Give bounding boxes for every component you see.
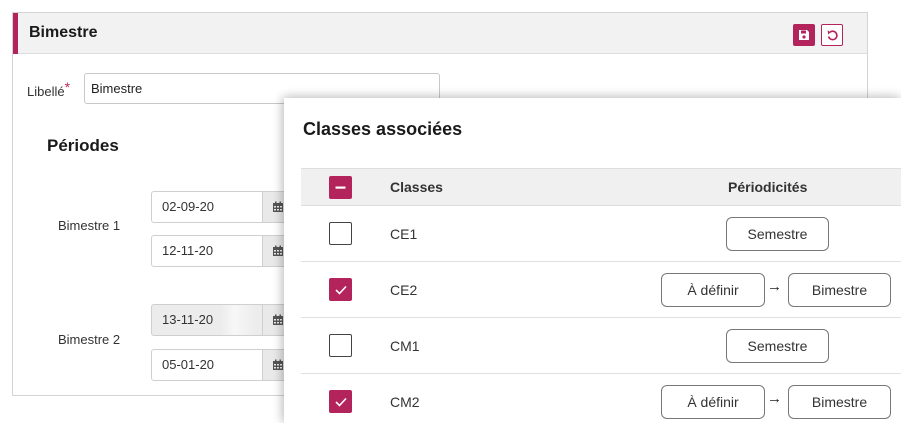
class-name: CM1 <box>390 338 420 354</box>
row-checkbox[interactable] <box>329 278 352 301</box>
row-checkbox[interactable] <box>329 390 352 413</box>
accent-bar <box>13 13 18 54</box>
arrow-icon: → <box>767 278 782 295</box>
periodicite-to-button[interactable]: Bimestre <box>788 385 891 419</box>
date-end-2-value: 05-01-20 <box>152 350 262 380</box>
libelle-label-text: Libellé <box>27 84 65 99</box>
row-checkbox[interactable] <box>329 334 352 357</box>
minus-icon <box>335 186 346 189</box>
col-classes: Classes <box>390 179 443 195</box>
date-end-2[interactable]: 05-01-20 <box>151 349 293 381</box>
periodicite-button[interactable]: Semestre <box>726 329 829 363</box>
required-marker: * <box>64 79 71 95</box>
periodicite-button[interactable]: Semestre <box>726 217 829 251</box>
date-end-1[interactable]: 12-11-20 <box>151 235 293 267</box>
table-row: CE2 À définir → Bimestre <box>301 262 901 318</box>
date-start-1[interactable]: 02-09-20 <box>151 191 293 223</box>
calendar-icon <box>272 314 283 325</box>
floppy-disk-icon <box>799 30 809 40</box>
calendar-icon <box>272 245 283 256</box>
check-icon <box>334 285 347 295</box>
periods-title: Périodes <box>47 136 119 155</box>
select-all-checkbox[interactable] <box>329 176 352 199</box>
calendar-icon <box>272 201 283 212</box>
libelle-label: Libellé* <box>27 79 70 99</box>
panel-title: Bimestre <box>29 24 98 41</box>
table-row: CE1 Semestre <box>301 206 901 262</box>
class-name: CE1 <box>390 226 418 242</box>
date-start-1-value: 02-09-20 <box>152 192 262 222</box>
table-row: CM2 À définir → Bimestre <box>301 374 901 423</box>
date-end-1-value: 12-11-20 <box>152 236 262 266</box>
class-name: CM2 <box>390 394 420 410</box>
table-row: CM1 Semestre <box>301 318 901 374</box>
date-start-2: 13-11-20 <box>151 304 293 336</box>
periodicite-to-button[interactable]: Bimestre <box>788 273 891 307</box>
panel-header: Bimestre <box>13 13 867 54</box>
row-checkbox[interactable] <box>329 222 352 245</box>
reset-button[interactable] <box>821 24 843 46</box>
periodicite-from-button[interactable]: À définir <box>661 385 765 419</box>
check-icon <box>334 397 347 407</box>
arrow-icon: → <box>767 390 782 407</box>
calendar-icon <box>272 359 283 370</box>
classes-popup: Classes associées Classes Périodicités C… <box>284 98 901 423</box>
periodicite-from-button[interactable]: À définir <box>661 273 765 307</box>
popup-title: Classes associées <box>303 119 463 139</box>
table-header: Classes Périodicités <box>301 168 901 206</box>
undo-icon <box>827 29 838 40</box>
class-name: CE2 <box>390 282 418 298</box>
date-start-2-value: 13-11-20 <box>152 305 262 335</box>
save-button[interactable] <box>793 24 815 46</box>
period-label-2: Bimestre 2 <box>58 332 121 347</box>
col-periodicites: Périodicités <box>728 179 808 195</box>
period-label-1: Bimestre 1 <box>58 218 121 233</box>
